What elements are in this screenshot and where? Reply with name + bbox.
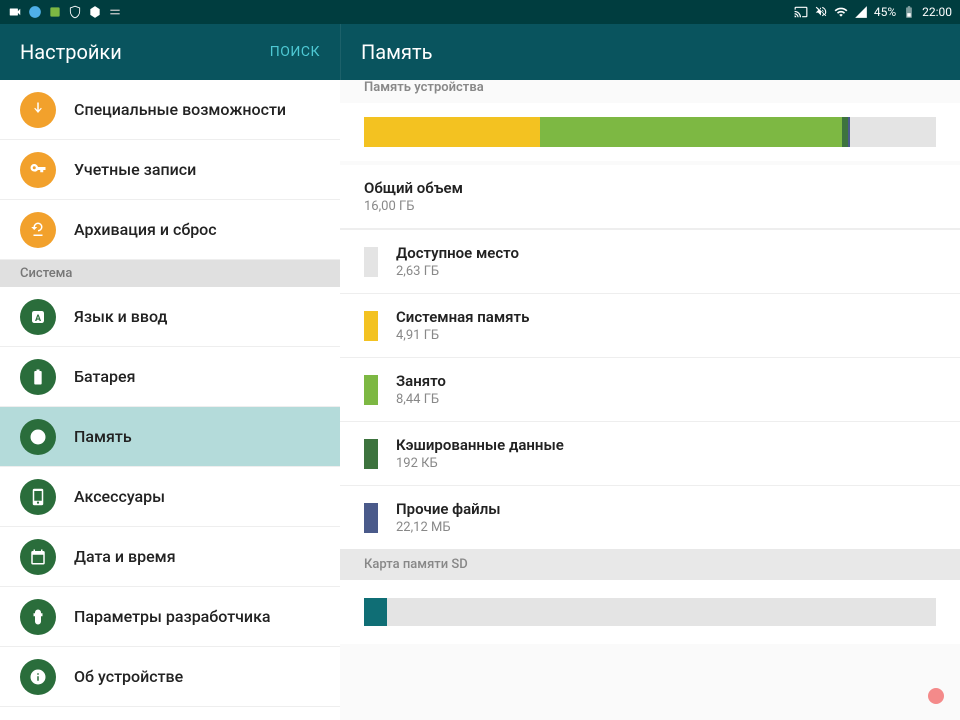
sd-bar-segment (364, 598, 387, 626)
sidebar-item-label: Об устройстве (74, 667, 183, 686)
header-left: Настройки ПОИСК (0, 24, 340, 80)
row-value: 2,63 ГБ (396, 264, 519, 279)
row-label: Кэшированные данные (396, 436, 564, 454)
status-bar-left (8, 5, 122, 19)
storage-row[interactable]: Занято 8,44 ГБ (340, 357, 960, 421)
hand-icon (20, 92, 56, 128)
storage-icon (20, 419, 56, 455)
row-label: Доступное место (396, 244, 519, 262)
storage-row[interactable]: Доступное место 2,63 ГБ (340, 229, 960, 293)
row-label: Занято (396, 372, 446, 390)
datetime-icon (20, 539, 56, 575)
storage-usage-bar (364, 117, 936, 147)
color-chip (364, 503, 378, 533)
signal-icon (854, 5, 868, 19)
total-value: 16,00 ГБ (364, 199, 936, 214)
mute-icon (814, 5, 828, 19)
sidebar-item-label: Память (74, 427, 132, 446)
sidebar-item-label: Язык и ввод (74, 307, 167, 326)
sidebar-item-label: Аксессуары (74, 487, 165, 506)
settings-title: Настройки (20, 40, 122, 64)
content-pane[interactable]: Память устройства Общий объем 16,00 ГБ Д… (340, 80, 960, 720)
accessory-icon (20, 479, 56, 515)
assist-dot[interactable] (928, 688, 944, 704)
device-storage-header: Память устройства (340, 80, 960, 103)
sidebar-item-label: Параметры разработчика (74, 607, 271, 626)
row-label: Системная память (396, 308, 529, 326)
storage-row[interactable]: Кэшированные данные 192 КБ (340, 421, 960, 485)
row-value: 4,91 ГБ (396, 328, 529, 343)
storage-bar-segment (364, 117, 540, 147)
sd-bar-card (340, 580, 960, 644)
sidebar-item-accessories[interactable]: Аксессуары (0, 467, 340, 527)
sidebar-item-backup[interactable]: Архивация и сброс (0, 200, 340, 260)
info-icon (20, 659, 56, 695)
sidebar-item-label: Учетные записи (74, 160, 196, 179)
page-title: Память (361, 40, 432, 64)
shield-icon (68, 5, 82, 19)
color-chip (364, 439, 378, 469)
cast-icon (794, 5, 808, 19)
storage-row[interactable]: Системная память 4,91 ГБ (340, 293, 960, 357)
app-header: Настройки ПОИСК Память (0, 24, 960, 80)
row-value: 192 КБ (396, 456, 564, 471)
row-label: Прочие файлы (396, 500, 501, 518)
color-chip (364, 311, 378, 341)
battery-menu-icon (20, 359, 56, 395)
clock-time: 22:00 (922, 5, 952, 19)
video-icon (8, 5, 22, 19)
dev-icon (20, 599, 56, 635)
svg-text:A: A (35, 313, 42, 323)
row-value: 22,12 МБ (396, 520, 501, 535)
sidebar-item-language[interactable]: A Язык и ввод (0, 287, 340, 347)
battery-icon (902, 5, 916, 19)
sidebar-item-label: Архивация и сброс (74, 220, 217, 239)
sd-bar-segment (387, 598, 936, 626)
search-button[interactable]: ПОИСК (270, 44, 320, 60)
lang-icon: A (20, 299, 56, 335)
sidebar-item-accessibility[interactable]: Специальные возможности (0, 80, 340, 140)
row-value: 8,44 ГБ (396, 392, 446, 407)
sidebar-section-system: Система (0, 260, 340, 287)
sidebar-item-label: Дата и время (74, 547, 176, 566)
sd-card-header: Карта памяти SD (340, 549, 960, 580)
backup-icon (20, 212, 56, 248)
status-bar-right: 45% 22:00 (794, 5, 952, 19)
sidebar[interactable]: Специальные возможности Учетные записи А… (0, 80, 340, 720)
app-icon-1 (28, 5, 42, 19)
color-chip (364, 247, 378, 277)
key-icon (20, 152, 56, 188)
storage-bar-segment (540, 117, 842, 147)
sidebar-item-label: Батарея (74, 367, 135, 386)
sidebar-item-about[interactable]: Об устройстве (0, 647, 340, 707)
total-storage-row[interactable]: Общий объем 16,00 ГБ (340, 165, 960, 229)
sd-usage-bar (364, 598, 936, 626)
app-icon-3 (108, 5, 122, 19)
wifi-icon (834, 5, 848, 19)
app-icon-2 (48, 5, 62, 19)
storage-bar-segment (842, 117, 849, 147)
total-label: Общий объем (364, 179, 936, 197)
storage-bar-card (340, 103, 960, 161)
sidebar-item-storage[interactable]: Память (0, 407, 340, 467)
color-chip (364, 375, 378, 405)
header-right: Память (340, 24, 960, 80)
storage-bar-segment (850, 117, 936, 147)
sidebar-item-developer[interactable]: Параметры разработчика (0, 587, 340, 647)
hexagon-icon (88, 5, 102, 19)
sidebar-item-accounts[interactable]: Учетные записи (0, 140, 340, 200)
status-bar: 45% 22:00 (0, 0, 960, 24)
sidebar-item-label: Специальные возможности (74, 100, 286, 119)
storage-row[interactable]: Прочие файлы 22,12 МБ (340, 485, 960, 549)
battery-percentage: 45% (874, 5, 896, 19)
sidebar-item-battery[interactable]: Батарея (0, 347, 340, 407)
sidebar-item-datetime[interactable]: Дата и время (0, 527, 340, 587)
